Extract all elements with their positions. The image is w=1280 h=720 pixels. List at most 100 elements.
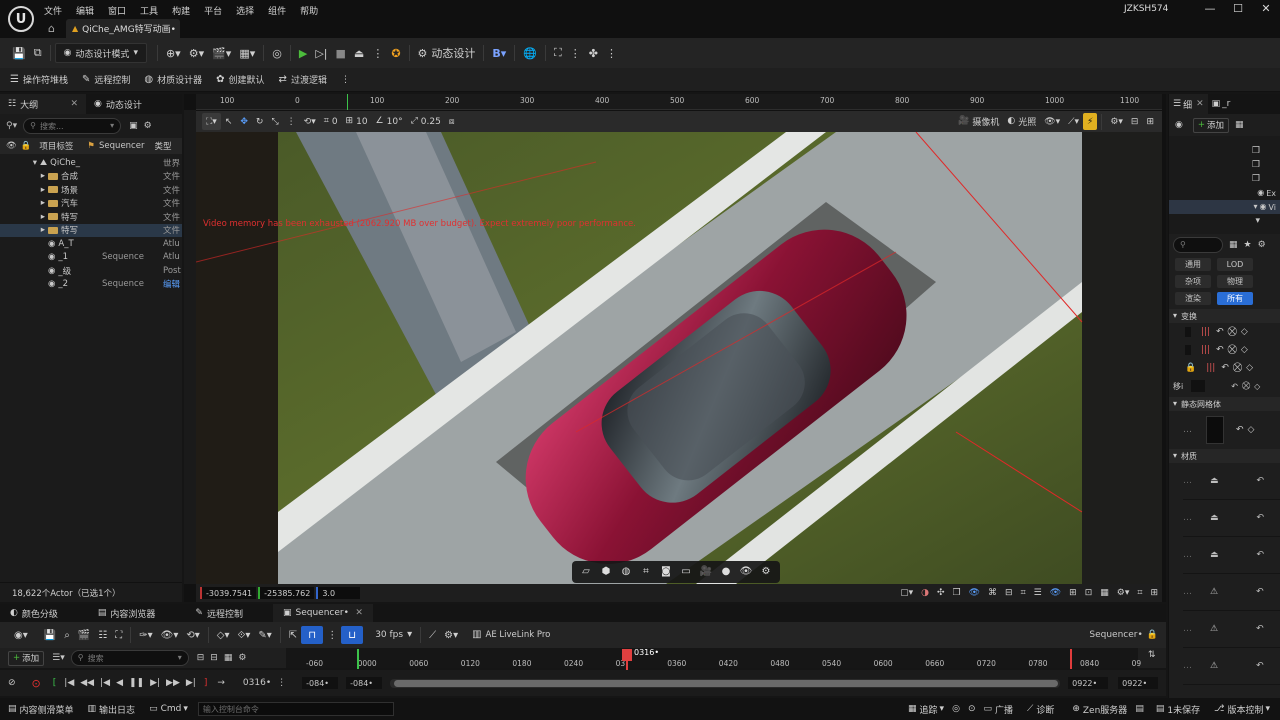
save-icon[interactable]: 💾 [40, 626, 60, 644]
close-icon[interactable]: ✕ [355, 608, 363, 618]
settings-icon[interactable]: ⚙▾ [440, 626, 462, 644]
world-icon[interactable]: ◉▾ [10, 626, 32, 644]
unsaved-button[interactable]: ▤ 1未保存 [1152, 700, 1204, 718]
remote-control-button[interactable]: ✎ 远程控制 [78, 71, 134, 89]
keyframe-icon[interactable]: ◇ [1246, 363, 1253, 373]
minimize-icon[interactable]: — [1196, 2, 1224, 15]
jump-end-bracket-icon[interactable]: ] [204, 678, 208, 688]
grid-toggle-icon[interactable]: ▦ [1096, 584, 1113, 602]
filter-general[interactable]: 通用 [1175, 258, 1211, 271]
lock-icon[interactable]: 🔒 [21, 142, 32, 151]
mode-dropdown[interactable]: ◉ 动态设计模式 ▾ [54, 43, 147, 63]
camera-icon[interactable]: 🎥 [696, 564, 716, 580]
camera-dropdown[interactable]: 🎥 摄像机 [954, 113, 1003, 130]
expand-arrow-icon[interactable]: ▸ [0, 198, 48, 208]
version-control-button[interactable]: ⎇ 版本控制 ▾ [1210, 700, 1274, 718]
step-back-key-icon[interactable]: ◀◀ [80, 678, 94, 688]
reset-icon[interactable]: ↶ [1257, 513, 1265, 523]
component-row[interactable]: ❒ [1169, 144, 1280, 158]
grid-view-icon[interactable]: ▦ [1229, 240, 1238, 250]
cube-icon[interactable]: ⬢ [596, 564, 616, 580]
material-designer-button[interactable]: ◍ 材质设计器 [140, 71, 206, 89]
outliner-row[interactable]: ▸ 特写 文件 [0, 223, 182, 237]
lock-icon[interactable]: ⛒ [1242, 381, 1250, 391]
view-icon[interactable]: 👁▾ [157, 626, 183, 644]
operator-stack-button[interactable]: ☰ 操作符堆栈 [6, 71, 72, 89]
tab-other[interactable]: ▣ _r [1208, 94, 1235, 114]
menu-tools[interactable]: 工具 [140, 4, 158, 17]
transform-mode-icon[interactable]: ⛶▾ [202, 113, 221, 130]
light-icon[interactable]: ● [716, 564, 736, 580]
lit-dropdown[interactable]: ◐ 光照 [1003, 113, 1040, 130]
timeline-ruler[interactable]: -060 0000 0060 0120 0180 0240 03 0360 0420 0480 05… [286, 648, 1141, 668]
home-icon[interactable]: ⌂ [48, 23, 55, 34]
snap-magnet-icon[interactable]: ⊓ [301, 626, 324, 644]
broadcast-button[interactable]: ▭ 广播 [979, 700, 1017, 718]
material-row[interactable]: … ⏏ ↶ [1183, 463, 1280, 500]
material-row[interactable]: … ⏏ ↶ [1183, 537, 1280, 574]
reset-icon[interactable]: ↶ [1256, 624, 1264, 634]
outliner-row[interactable]: ▸ 场景 文件 [0, 183, 182, 197]
timeline-scrollbar-thumb[interactable] [394, 679, 1059, 687]
render-icon[interactable]: 🎬 [74, 626, 94, 644]
current-frame-field[interactable]: 0316• [243, 678, 271, 688]
outliner-row[interactable]: ▸ 特写 文件 [0, 210, 182, 224]
broadcast-icon[interactable]: ◎ [268, 44, 286, 62]
filter-options-icon[interactable]: ⇅ [1148, 651, 1156, 660]
unreal-logo-icon[interactable]: U [8, 6, 34, 32]
view-range-start-2[interactable]: -084• [346, 677, 383, 689]
keyframe-icon[interactable]: ◇ [1241, 345, 1248, 355]
tab-outliner[interactable]: ☷ 大纲 ✕ [0, 94, 86, 114]
align-icon[interactable]: ⊟ [1001, 584, 1017, 602]
play-icon[interactable]: ▶ [295, 44, 311, 62]
reset-icon[interactable]: ↶ [1257, 550, 1265, 560]
boxes-icon[interactable]: ❒ [949, 584, 965, 602]
component-row[interactable]: ◉ Ex [1169, 186, 1280, 200]
settings-icon[interactable]: ⚙ [144, 121, 152, 131]
list-icon[interactable]: ☷ [94, 626, 111, 644]
blueprint-icon[interactable]: ⚙▾ [185, 44, 208, 62]
maximize-viewport-icon[interactable]: ⊞ [1142, 113, 1158, 130]
view-range-end[interactable]: 0922• [1068, 677, 1109, 689]
eraser-icon[interactable]: ▱ [576, 564, 596, 580]
more-options-icon[interactable]: ⋮ [602, 44, 621, 62]
outliner-row[interactable]: ◉ _2 Sequence 编辑 [0, 278, 182, 292]
zen-server-button[interactable]: ⊕ Zen服务器 [1068, 700, 1131, 718]
eye-icon[interactable]: 👁 [1046, 584, 1065, 602]
cursor-icon[interactable]: ⇱ [285, 626, 301, 644]
trace-button[interactable]: ▦ 追踪 ▾ [904, 700, 948, 718]
curve-editor-icon[interactable]: ⟋ [425, 626, 440, 644]
settings-icon[interactable]: ⚙ [238, 653, 246, 663]
tab-content-browser[interactable]: ▤ 内容浏览器 [88, 604, 166, 622]
filter-rendering[interactable]: 渲染 [1175, 292, 1211, 305]
add-component-button[interactable]: + 添加 [1192, 117, 1229, 133]
layout-icon[interactable]: ⊟ [1127, 113, 1143, 130]
menu-file[interactable]: 文件 [44, 4, 62, 17]
mesh-thumbnail[interactable] [1206, 416, 1224, 444]
find-icon[interactable]: ⌕ [60, 626, 74, 644]
camera-tool-icon[interactable]: ⛶ [550, 44, 566, 62]
outliner-row-type[interactable]: 编辑 [163, 278, 180, 290]
reset-icon[interactable]: ↶ [1216, 327, 1224, 337]
rotation-snap-button[interactable]: ∠ 10° [372, 113, 407, 130]
timeline-scrollbar[interactable] [390, 678, 1061, 688]
pause-icon[interactable]: ❚❚ [129, 678, 144, 688]
settings-icon[interactable]: ⚙▾ [1113, 584, 1134, 602]
reset-icon[interactable]: ↶ [1256, 587, 1264, 597]
menu-edit[interactable]: 编辑 [76, 4, 94, 17]
material-row[interactable]: … ⚠ ↶ [1183, 611, 1280, 648]
field[interactable] [1185, 327, 1191, 337]
expand-icon[interactable]: ⊟ [210, 653, 218, 663]
layers-icon[interactable]: ☰ [1030, 584, 1046, 602]
expand-arrow-icon[interactable]: ▸ [0, 225, 48, 235]
grid-icon[interactable]: ⌗ [1133, 584, 1146, 602]
transform-rotation-row[interactable]: ||| ↶ ⛒ ◇ [1169, 341, 1280, 359]
maximize-viewport-icon[interactable]: ⊞ [1146, 584, 1162, 602]
content-drawer-button[interactable]: ▤ 内容侧滑菜单 [4, 700, 78, 718]
viewport-settings-icon[interactable]: ⚙▾ [1106, 113, 1127, 130]
playback-icon[interactable]: ⟲▾ [182, 626, 203, 644]
keyframe-icon[interactable]: ◇▾ [213, 626, 234, 644]
static-mesh-row[interactable]: … ↶ ◇ [1169, 411, 1280, 449]
reset-icon[interactable]: ↶ [1236, 425, 1244, 435]
level-tab[interactable]: ▲ QiChe_AMG特写动画• [66, 19, 180, 38]
